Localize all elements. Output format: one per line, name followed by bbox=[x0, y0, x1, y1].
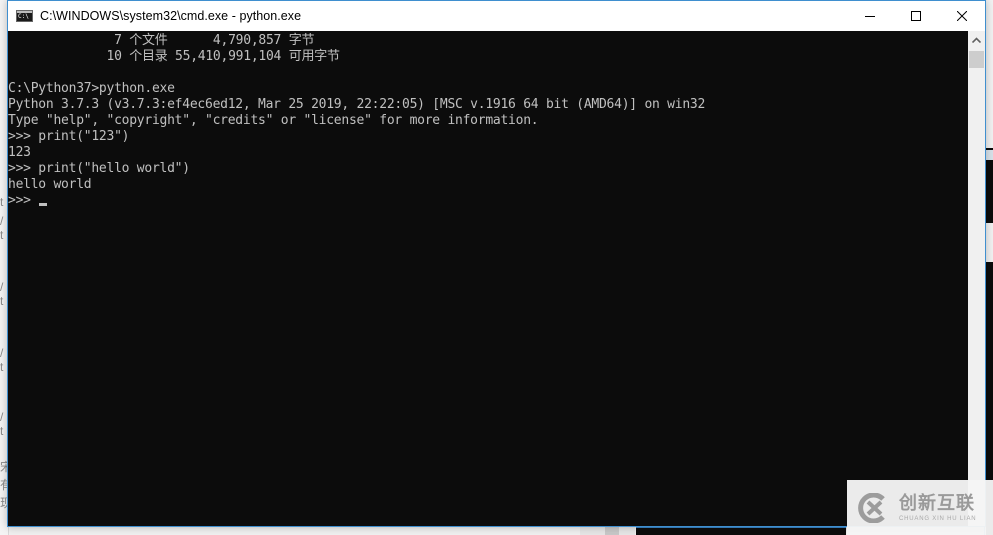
background-scrollbar bbox=[580, 527, 635, 535]
background-dark-region bbox=[636, 527, 846, 535]
title-bar[interactable]: C:\ C:\WINDOWS\system32\cmd.exe - python… bbox=[8, 1, 985, 31]
watermark-name-cn: 创新互联 bbox=[899, 492, 975, 513]
input-line[interactable]: >>> bbox=[8, 193, 705, 209]
caption-buttons bbox=[847, 1, 985, 31]
maximize-button[interactable] bbox=[893, 1, 939, 31]
vertical-scrollbar[interactable] bbox=[968, 31, 985, 526]
close-button[interactable] bbox=[939, 1, 985, 31]
text-cursor bbox=[39, 203, 48, 206]
console-line: >>> print("123") bbox=[8, 129, 130, 144]
scroll-thumb[interactable] bbox=[969, 51, 984, 68]
console-line: Python 3.7.3 (v3.7.3:ef4ec6ed12, Mar 25 … bbox=[8, 97, 706, 112]
watermark-logo: 创新互联 CHUANG XIN HU LIAN bbox=[847, 480, 993, 535]
chevron-up-icon bbox=[972, 36, 981, 43]
cmd-icon-glyph: C:\ bbox=[18, 13, 29, 20]
maximize-icon bbox=[911, 11, 921, 21]
minimize-button[interactable] bbox=[847, 1, 893, 31]
background-scroll-thumb bbox=[605, 527, 619, 535]
console-text: 7 个文件 4,790,857 字节 10 个目录 55,410,991,104… bbox=[8, 33, 705, 209]
scroll-up-button[interactable] bbox=[968, 31, 985, 48]
window-title: C:\WINDOWS\system32\cmd.exe - python.exe bbox=[40, 9, 302, 23]
chuangxin-logo-icon bbox=[858, 492, 885, 523]
watermark-text: 创新互联 CHUANG XIN HU LIAN bbox=[899, 493, 976, 523]
console-line: Type "help", "copyright", "credits" or "… bbox=[8, 113, 539, 128]
console-line: >>> print("hello world") bbox=[8, 161, 190, 176]
cmd-icon[interactable]: C:\ bbox=[16, 10, 33, 22]
minimize-icon bbox=[865, 16, 875, 17]
background-strip bbox=[986, 150, 993, 160]
cmd-window: C:\ C:\WINDOWS\system32\cmd.exe - python… bbox=[7, 0, 986, 527]
watermark-name-en: CHUANG XIN HU LIAN bbox=[899, 515, 977, 522]
console-output[interactable]: 7 个文件 4,790,857 字节 10 个目录 55,410,991,104… bbox=[8, 31, 968, 526]
console-line: 123 bbox=[8, 145, 31, 160]
python-prompt: >>> bbox=[8, 193, 39, 208]
console-line: 10 个目录 55,410,991,104 可用字节 bbox=[8, 49, 340, 64]
console-line: hello world bbox=[8, 177, 92, 192]
console-line: C:\Python37>python.exe bbox=[8, 81, 175, 96]
console-line: 7 个文件 4,790,857 字节 bbox=[8, 33, 315, 48]
close-icon bbox=[957, 11, 967, 21]
